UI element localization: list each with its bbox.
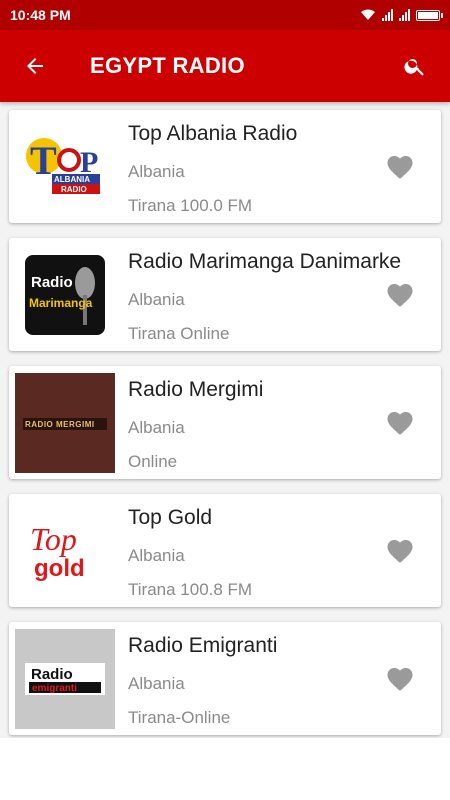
station-card[interactable]: Radio Marimanga Radio Marimanga Danimark…	[9, 238, 441, 351]
station-card[interactable]: RADIO MERGIMI Radio Mergimi Albania Onli…	[9, 366, 441, 479]
status-time: 10:48 PM	[10, 7, 71, 23]
svg-text:RADIO: RADIO	[61, 185, 87, 194]
back-button[interactable]	[0, 30, 70, 102]
heart-icon	[387, 412, 413, 435]
wifi-icon	[361, 9, 375, 20]
status-bar: 10:48 PM	[0, 0, 450, 30]
radio-marimanga-logo: Radio Marimanga	[15, 245, 115, 345]
favorite-button[interactable]	[385, 408, 415, 436]
svg-text:gold: gold	[34, 555, 85, 582]
station-detail: Online	[128, 452, 178, 471]
bottom-area	[0, 738, 450, 800]
favorite-button[interactable]	[385, 280, 415, 308]
station-name: Radio Mergimi	[128, 378, 264, 401]
station-country: Albania	[128, 162, 185, 181]
heart-icon	[387, 668, 413, 691]
station-country: Albania	[128, 418, 185, 437]
heart-icon	[387, 540, 413, 563]
station-country: Albania	[128, 290, 185, 309]
station-card[interactable]: T P ALBANIA RADIO Top Albania Radio Alba…	[9, 110, 441, 223]
svg-text:Radio: Radio	[31, 666, 73, 683]
svg-text:Marimanga: Marimanga	[29, 296, 93, 310]
svg-text:Top: Top	[30, 521, 77, 557]
station-card[interactable]: Top gold Top Gold Albania Tirana 100.8 F…	[9, 494, 441, 607]
station-name: Top Albania Radio	[128, 122, 298, 145]
radio-emigranti-logo: Radio emigranti	[15, 629, 115, 729]
page-title: EGYPT RADIO	[90, 53, 245, 78]
signal-icon	[382, 9, 393, 21]
favorite-button[interactable]	[385, 152, 415, 180]
app-bar: EGYPT RADIO	[0, 30, 450, 102]
station-list[interactable]: T P ALBANIA RADIO Top Albania Radio Alba…	[0, 102, 450, 738]
favorite-button[interactable]	[385, 536, 415, 564]
signal-icon	[399, 9, 410, 21]
station-detail: Tirana-Online	[128, 708, 231, 727]
search-button[interactable]	[380, 30, 450, 102]
station-name: Radio Marimanga Danimarke	[128, 250, 402, 273]
station-country: Albania	[128, 546, 185, 565]
svg-text:RADIO MERGIMI: RADIO MERGIMI	[25, 420, 95, 429]
svg-text:ALBANIA: ALBANIA	[54, 175, 90, 184]
station-name: Radio Emigranti	[128, 634, 278, 657]
top-gold-logo: Top gold	[15, 501, 115, 601]
station-detail: Tirana 100.8 FM	[128, 580, 253, 599]
battery-icon	[416, 9, 443, 21]
station-detail: Tirana 100.0 FM	[128, 196, 253, 215]
station-country: Albania	[128, 674, 185, 693]
favorite-button[interactable]	[385, 664, 415, 692]
arrow-left-icon	[27, 58, 43, 74]
svg-text:emigranti: emigranti	[32, 683, 77, 694]
heart-icon	[387, 156, 413, 179]
station-detail: Tirana Online	[128, 324, 230, 343]
radio-mergimi-logo: RADIO MERGIMI	[15, 373, 115, 473]
station-name: Top Gold	[128, 506, 213, 529]
svg-text:Radio: Radio	[31, 274, 73, 291]
search-icon	[404, 59, 424, 76]
status-icons	[360, 9, 443, 21]
station-card[interactable]: Radio emigranti Radio Emigranti Albania …	[9, 622, 441, 735]
top-albania-radio-logo: T P ALBANIA RADIO	[15, 117, 115, 217]
heart-icon	[387, 284, 413, 307]
